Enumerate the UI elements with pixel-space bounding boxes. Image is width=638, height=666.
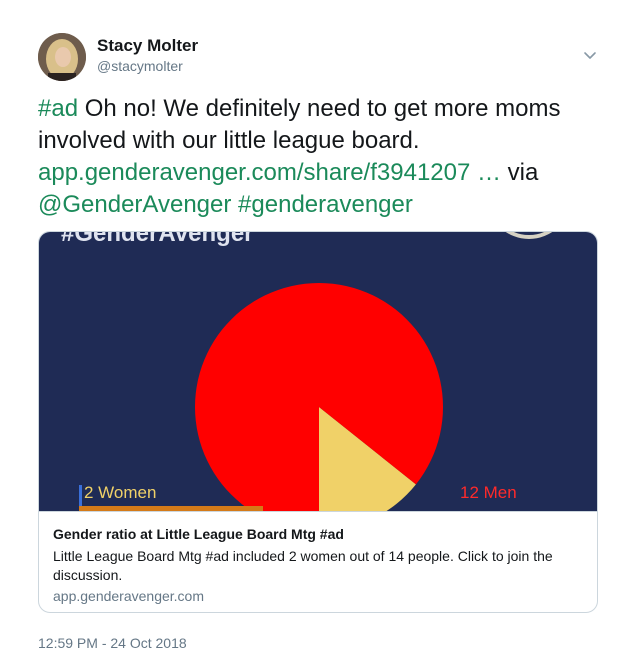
tweet-text: #ad Oh no! We definitely need to get mor… — [38, 93, 598, 221]
brand-watermark: #GenderAvenger — [61, 232, 254, 247]
pie-chart — [79, 232, 553, 511]
timestamp[interactable]: 12:59 PM - 24 Oct 2018 — [38, 635, 187, 651]
logo-ring — [505, 232, 553, 239]
via-text: via — [501, 159, 539, 186]
tweet-body-text: Oh no! We definitely need to get more mo… — [38, 95, 561, 154]
hashtag-brand-link[interactable]: #genderavenger — [238, 191, 413, 218]
card-description: Little League Board Mtg #ad included 2 w… — [53, 548, 553, 583]
share-link[interactable]: app.genderavenger.com/share/f3941207 … — [38, 159, 501, 186]
link-card[interactable]: #GenderAvenger 2 Women 12 Men Gender rat… — [38, 231, 598, 613]
mention-link[interactable]: @GenderAvenger — [38, 191, 231, 218]
author-name[interactable]: Stacy Molter — [97, 36, 198, 56]
chevron-down-icon[interactable] — [580, 46, 600, 66]
women-label: 2 Women — [84, 483, 157, 502]
avatar[interactable] — [38, 33, 86, 81]
card-body[interactable]: Gender ratio at Little League Board Mtg … — [39, 511, 597, 612]
tweet: Stacy Molter @stacymolter #ad Oh no! We … — [0, 0, 638, 666]
avatar-image — [38, 33, 86, 81]
author-handle[interactable]: @stacymolter — [97, 58, 183, 74]
card-domain: app.genderavenger.com — [53, 588, 204, 604]
card-media[interactable]: #GenderAvenger 2 Women 12 Men — [39, 232, 597, 511]
hashtag-ad-link[interactable]: #ad — [38, 95, 78, 122]
men-label: 12 Men — [460, 483, 517, 502]
card-title[interactable]: Gender ratio at Little League Board Mtg … — [53, 526, 344, 542]
